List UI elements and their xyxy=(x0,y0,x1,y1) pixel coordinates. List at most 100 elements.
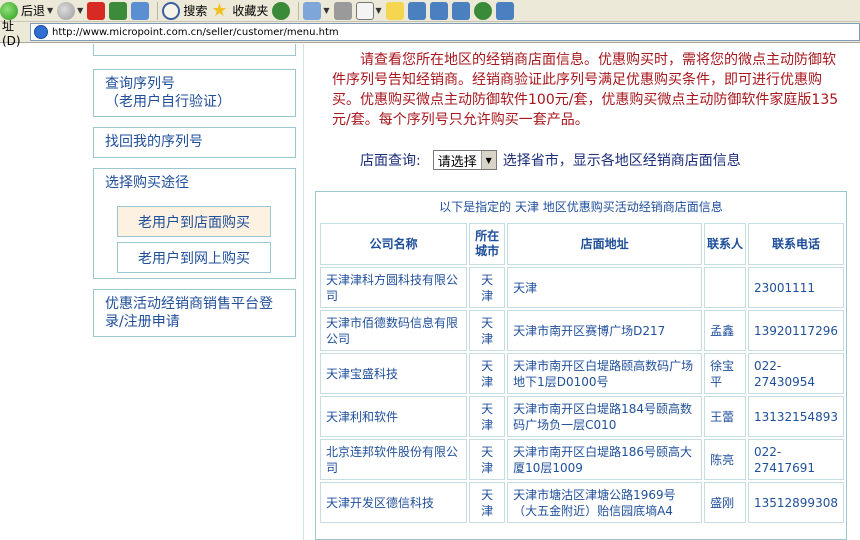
address-cell: 天津市南开区白堤路颐高数码广场地下1层D0100号 xyxy=(507,353,703,394)
search-button[interactable]: 搜索 xyxy=(162,1,207,21)
chevron-down-icon[interactable]: ▼ xyxy=(323,6,329,15)
toolbar-divider xyxy=(157,1,159,20)
research-button[interactable] xyxy=(407,1,426,21)
search-label: 搜索 xyxy=(183,4,208,18)
city-cell: 天津 xyxy=(469,353,506,394)
print-button[interactable] xyxy=(333,1,352,21)
chevron-down-icon[interactable]: ▼ xyxy=(77,6,83,15)
mail-button[interactable]: ▼ xyxy=(303,1,330,21)
tools-button[interactable] xyxy=(451,1,470,21)
contact-cell: 王蕾 xyxy=(704,396,746,437)
address-input[interactable]: http://www.micropoint.com.cn/seller/cust… xyxy=(30,23,860,41)
table-row: 天津津科方圆科技有限公司 天津 天津 23001111 xyxy=(320,267,844,308)
table-row: 天津开发区德信科技 天津 天津市塘沽区津塘公路1969号（大五金附近）贻信园底墒… xyxy=(320,482,844,523)
table-header-row: 公司名称 所在城市 店面地址 联系人 联系电话 xyxy=(320,223,844,265)
favorites-button[interactable]: ★ 收藏夹 xyxy=(211,1,268,21)
company-cell: 天津宝盛科技 xyxy=(320,353,468,394)
address-cell: 天津市南开区白堤路186号颐高大厦10层1009 xyxy=(507,439,703,480)
province-select-value[interactable]: 请选择 xyxy=(434,151,481,170)
toolbar-divider xyxy=(298,1,300,20)
phone-cell: 13512899308 xyxy=(747,482,844,523)
column-header-address: 店面地址 xyxy=(507,223,703,265)
chevron-down-icon[interactable]: ▼ xyxy=(376,6,382,15)
research-icon xyxy=(407,1,426,20)
contact-cell: 盛刚 xyxy=(704,482,746,523)
address-cell: 天津 xyxy=(507,267,703,308)
sidebar-item-store-purchase[interactable]: 老用户到店面购买 xyxy=(117,206,271,237)
phone-cell: 13132154893 xyxy=(747,396,844,437)
store-query: 店面查询: 请选择 ▼ 选择省市，显示各地区经销商店面信息 xyxy=(360,150,741,170)
contact-cell: 陈亮 xyxy=(704,439,746,480)
home-icon xyxy=(131,1,150,20)
city-cell: 天津 xyxy=(469,267,506,308)
column-header-city: 所在城市 xyxy=(469,223,506,265)
province-select[interactable]: 请选择 ▼ xyxy=(432,150,497,170)
city-cell: 天津 xyxy=(469,310,506,351)
phone-cell: 022-27417691 xyxy=(747,439,844,480)
tools-icon xyxy=(451,1,470,20)
company-cell: 北京连邦软件股份有限公司 xyxy=(320,439,468,480)
refresh-icon xyxy=(109,1,128,20)
refresh-button[interactable] xyxy=(109,1,128,21)
city-cell: 天津 xyxy=(469,439,506,480)
stop-icon xyxy=(87,1,106,20)
column-header-contact: 联系人 xyxy=(704,223,746,265)
company-cell: 天津津科方圆科技有限公司 xyxy=(320,267,468,308)
sidebar-item-query-serial[interactable]: 查询序列号 （老用户自行验证） xyxy=(93,69,296,117)
phone-cell: 13920117296 xyxy=(747,310,844,351)
phone-cell: 022-27430954 xyxy=(747,353,844,394)
media-icon xyxy=(272,1,291,20)
search-icon xyxy=(162,1,181,20)
dealer-table: 公司名称 所在城市 店面地址 联系人 联系电话 天津津科方圆科技有限公司 天津 … xyxy=(318,221,846,525)
stop-button[interactable] xyxy=(87,1,106,21)
address-cell: 天津市南开区赛博广场D217 xyxy=(507,310,703,351)
ie-page-icon xyxy=(34,25,48,39)
messenger-button[interactable] xyxy=(429,1,448,21)
intro-text: 请查看您所在地区的经销商店面信息。优惠购买时，需将您的微点主动防御软件序列号告知… xyxy=(332,52,839,128)
chevron-down-icon[interactable]: ▼ xyxy=(480,151,496,169)
store-query-label: 店面查询: xyxy=(360,153,421,169)
edit-button[interactable]: ▼ xyxy=(355,1,382,21)
company-cell: 天津利和软件 xyxy=(320,396,468,437)
messenger-icon xyxy=(429,1,448,20)
forward-button[interactable]: ▼ xyxy=(57,1,83,21)
page-content: 查询序列号 （老用户自行验证） 找回我的序列号 选择购买途径 老用户到店面购买 … xyxy=(0,44,860,540)
sidebar-item-purchase-label: 选择购买途径 xyxy=(105,175,189,191)
sidebar-item-dealer-login[interactable]: 优惠活动经销商销售平台登录/注册申请 xyxy=(93,289,296,337)
table-row: 北京连邦软件股份有限公司 天津 天津市南开区白堤路186号颐高大厦10层1009… xyxy=(320,439,844,480)
company-cell: 天津开发区德信科技 xyxy=(320,482,468,523)
star-icon: ★ xyxy=(211,0,228,21)
table-row: 天津宝盛科技 天津 天津市南开区白堤路颐高数码广场地下1层D0100号 徐宝平 … xyxy=(320,353,844,394)
home-button[interactable] xyxy=(131,1,150,21)
note-button[interactable] xyxy=(385,1,404,21)
favorites-label: 收藏夹 xyxy=(232,4,269,18)
sidebar-item-recover-serial[interactable]: 找回我的序列号 xyxy=(93,127,296,158)
media-button[interactable] xyxy=(272,1,291,21)
users-icon xyxy=(495,1,514,20)
phone-cell: 23001111 xyxy=(747,267,844,308)
table-row: 天津利和软件 天津 天津市南开区白堤路184号颐高数码广场负一层C010 王蕾 … xyxy=(320,396,844,437)
column-divider xyxy=(303,44,304,540)
clover-button[interactable] xyxy=(473,1,492,21)
clover-icon xyxy=(473,1,492,20)
dealer-table-panel: 以下是指定的 天津 地区优惠购买活动经销商店面信息 公司名称 所在城市 店面地址… xyxy=(315,191,847,540)
address-cell: 天津市南开区白堤路184号颐高数码广场负一层C010 xyxy=(507,396,703,437)
address-label: 址(D) xyxy=(2,18,21,48)
mail-icon xyxy=(303,1,322,20)
browser-toolbar: 后退 ▼ ▼ 搜索 ★ 收藏夹 ▼ ▼ xyxy=(0,0,860,22)
contact-cell: 孟鑫 xyxy=(704,310,746,351)
city-cell: 天津 xyxy=(469,396,506,437)
city-cell: 天津 xyxy=(469,482,506,523)
address-url[interactable]: http://www.micropoint.com.cn/seller/cust… xyxy=(52,27,339,38)
printer-icon xyxy=(333,1,352,20)
table-row: 天津市佰德数码信息有限公司 天津 天津市南开区赛博广场D217 孟鑫 13920… xyxy=(320,310,844,351)
store-query-hint: 选择省市，显示各地区经销商店面信息 xyxy=(502,153,741,169)
extra-button[interactable] xyxy=(495,1,514,21)
column-header-phone: 联系电话 xyxy=(747,223,844,265)
chevron-down-icon[interactable]: ▼ xyxy=(47,6,53,15)
folder-icon xyxy=(385,1,404,20)
sidebar-item-online-purchase[interactable]: 老用户到网上购买 xyxy=(117,242,271,273)
sidebar-item-cut xyxy=(93,44,296,56)
contact-cell xyxy=(704,267,746,308)
forward-arrow-icon xyxy=(57,1,76,20)
